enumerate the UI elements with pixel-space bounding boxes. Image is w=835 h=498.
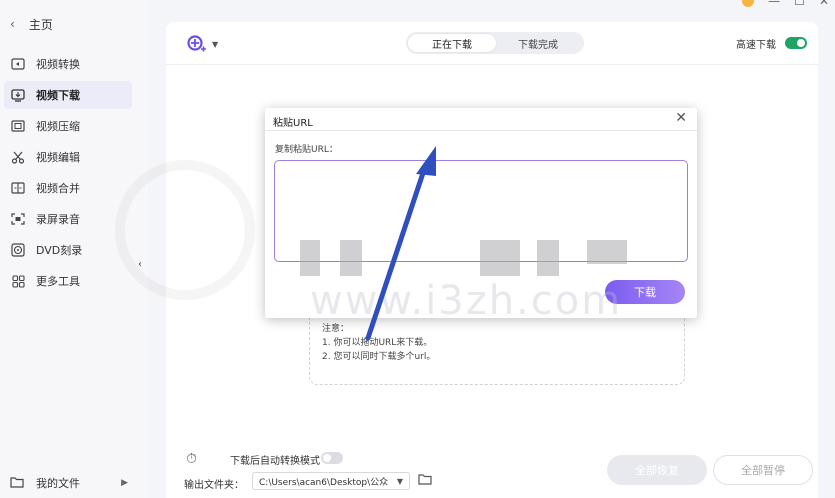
notes-text: 注意： 1. 你可以拖动URL来下载。 2. 您可以同时下载多个url。 xyxy=(322,322,435,364)
collapse-sidebar-button[interactable]: ‹ xyxy=(138,259,142,270)
header-divider xyxy=(166,64,818,65)
grid-icon xyxy=(10,273,26,289)
add-url-button[interactable]: ▼ xyxy=(186,34,218,54)
tab-completed[interactable]: 下载完成 xyxy=(494,34,582,52)
convert-icon xyxy=(10,56,26,72)
blurred-region xyxy=(587,240,627,264)
resume-all-button[interactable]: 全部恢复 xyxy=(607,455,707,485)
home-link[interactable]: ‹ 主页 xyxy=(10,14,53,34)
notes-title: 注意： xyxy=(322,324,350,334)
notification-icon[interactable] xyxy=(742,0,755,7)
compress-icon xyxy=(10,118,26,134)
sidebar-item-label: 更多工具 xyxy=(36,275,80,288)
tab-downloading[interactable]: 正在下载 xyxy=(408,34,496,52)
maximize-button[interactable]: ☐ xyxy=(794,0,805,8)
blurred-region xyxy=(480,240,520,276)
paste-url-dialog: 粘贴URL ✕ 复制粘贴URL： 下载 xyxy=(265,108,697,318)
window-controls: — ☐ ✕ xyxy=(742,0,829,8)
notes-line-1: 1. 你可以拖动URL来下载。 xyxy=(322,338,433,348)
output-path-select[interactable]: C:\Users\acan6\Desktop\公众 ▼ xyxy=(252,472,410,490)
sidebar-item-video-download[interactable]: 视频下载 xyxy=(4,81,132,109)
high-speed-label: 高速下载 xyxy=(736,40,776,51)
auto-convert-label: 下载后自动转换模式 xyxy=(230,456,320,467)
folder-icon xyxy=(10,476,26,491)
home-label: 主页 xyxy=(28,17,53,32)
url-field-label: 复制粘贴URL： xyxy=(275,145,338,155)
toggle-knob xyxy=(323,454,331,462)
my-files-label: 我的文件 xyxy=(36,477,80,490)
sidebar-item-more-tools[interactable]: 更多工具 xyxy=(4,267,132,295)
download-button[interactable]: 下载 xyxy=(605,280,685,304)
chevron-down-icon: ▼ xyxy=(396,476,403,486)
link-add-icon xyxy=(187,35,206,52)
blurred-region xyxy=(300,240,320,276)
notes-line-2: 2. 您可以同时下载多个url。 xyxy=(322,352,436,362)
record-icon xyxy=(10,211,26,227)
merge-icon xyxy=(10,180,26,196)
sidebar-item-video-compress[interactable]: 视频压缩 xyxy=(4,112,132,140)
sidebar-item-label: 录屏录音 xyxy=(36,213,80,226)
chevron-right-icon: ▶ xyxy=(121,478,128,488)
auto-convert-toggle[interactable] xyxy=(321,452,343,464)
toggle-knob xyxy=(797,39,805,47)
sidebar-item-screen-record[interactable]: 录屏录音 xyxy=(4,205,132,233)
sidebar-item-label: 视频转换 xyxy=(36,58,80,71)
output-path-value: C:\Users\acan6\Desktop\公众 xyxy=(259,477,389,488)
sidebar-item-label: 视频编辑 xyxy=(36,151,80,164)
high-speed-toggle[interactable] xyxy=(785,37,807,49)
sidebar-item-label: 视频下载 xyxy=(36,89,80,102)
sidebar-item-label: DVD刻录 xyxy=(36,244,83,257)
sidebar-item-dvd-burn[interactable]: DVD刻录 xyxy=(4,236,132,264)
dialog-title: 粘贴URL xyxy=(273,118,313,129)
scissors-icon xyxy=(10,149,26,165)
output-folder-label: 输出文件夹： xyxy=(184,480,244,491)
download-tabs: 正在下载 下载完成 xyxy=(406,32,584,54)
close-window-button[interactable]: ✕ xyxy=(819,0,829,8)
dvd-icon xyxy=(10,242,26,258)
timer-icon[interactable]: ⏱ xyxy=(186,451,197,467)
pause-all-button[interactable]: 全部暂停 xyxy=(713,455,813,485)
my-files-link[interactable]: 我的文件 ▶ xyxy=(10,472,136,494)
open-folder-button[interactable] xyxy=(418,473,432,488)
sidebar-item-label: 视频合并 xyxy=(36,182,80,195)
folder-icon xyxy=(418,474,432,485)
sidebar-item-video-convert[interactable]: 视频转换 xyxy=(4,50,132,78)
sidebar: ‹ 主页 视频转换 视频下载 视频压缩 视频编辑 视频合并 录屏录音 DVD刻录… xyxy=(0,0,148,498)
download-icon xyxy=(10,87,26,103)
blurred-region xyxy=(537,240,559,276)
dialog-divider xyxy=(265,130,697,131)
blurred-region xyxy=(340,240,362,276)
sidebar-item-video-edit[interactable]: 视频编辑 xyxy=(4,143,132,171)
close-icon[interactable]: ✕ xyxy=(675,110,687,126)
chevron-left-icon: ‹ xyxy=(10,17,15,31)
sidebar-item-label: 视频压缩 xyxy=(36,120,80,133)
chevron-down-icon: ▼ xyxy=(212,39,219,49)
minimize-button[interactable]: — xyxy=(768,0,780,8)
sidebar-item-video-merge[interactable]: 视频合并 xyxy=(4,174,132,202)
